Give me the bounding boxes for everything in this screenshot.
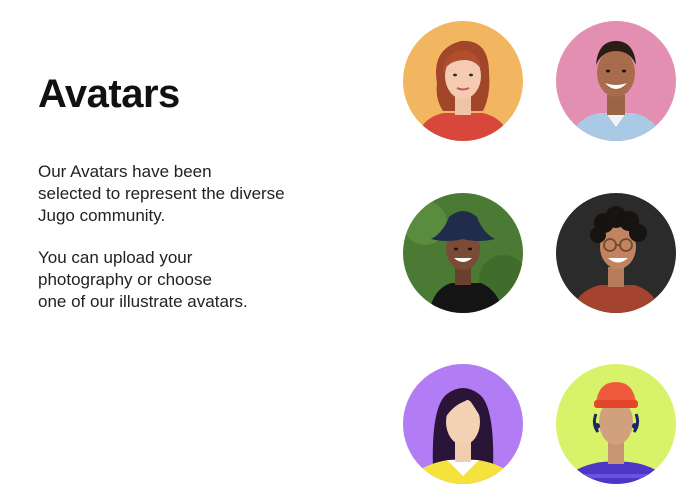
avatar-option-3[interactable] [403, 193, 523, 313]
avatar-option-1[interactable] [403, 21, 523, 141]
avatar-option-6[interactable] [556, 364, 676, 484]
avatar-illustration-long-hair [403, 364, 523, 484]
avatar-photo-person-glasses [556, 193, 676, 313]
upload-instructions: You can upload your photography or choos… [38, 248, 248, 311]
avatar-photo-person-bucket-hat [403, 193, 523, 313]
avatar-option-4[interactable] [556, 193, 676, 313]
avatar-photo-man-blue-shirt [556, 21, 676, 141]
avatar-photo-woman-red-top [403, 21, 523, 141]
page-title: Avatars [38, 72, 180, 116]
avatar-option-2[interactable] [556, 21, 676, 141]
avatars-description: Our Avatars have been selected to repres… [38, 162, 285, 225]
avatar-illustration-beanie [556, 364, 676, 484]
avatar-option-5[interactable] [403, 364, 523, 484]
